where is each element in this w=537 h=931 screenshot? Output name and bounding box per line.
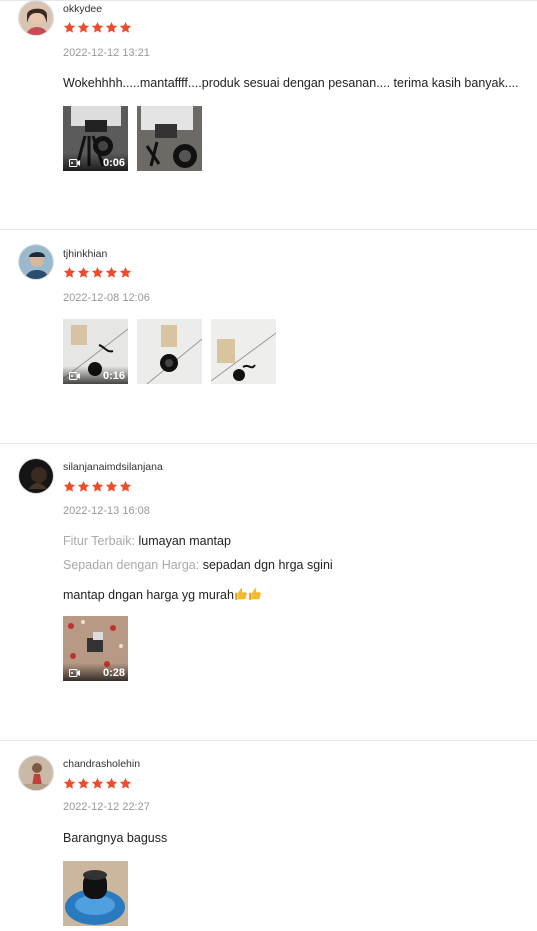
rating-stars (63, 480, 132, 493)
review-username[interactable]: okkydee (63, 3, 102, 15)
thumbs-up-icon (248, 587, 262, 601)
star-icon (105, 21, 118, 34)
user-avatar[interactable] (18, 755, 54, 791)
star-icon (119, 777, 132, 790)
review-date: 2022-12-13 16:08 (63, 505, 150, 517)
review-item: silanjanaimdsilanjana 2022-12-13 16:08 F… (0, 444, 537, 740)
review-attribute: Sepadan dengan Harga: sepadan dgn hrga s… (63, 558, 333, 572)
video-duration: 0:06 (102, 157, 125, 169)
star-icon (63, 266, 76, 279)
user-avatar[interactable] (18, 0, 54, 36)
review-image-thumbnail[interactable] (137, 319, 202, 384)
review-image-thumbnail[interactable] (137, 106, 202, 171)
star-icon (91, 777, 104, 790)
star-icon (91, 480, 104, 493)
star-icon (63, 480, 76, 493)
user-avatar[interactable] (18, 458, 54, 494)
attribute-label: Fitur Terbaik: (63, 534, 136, 548)
comment-text: mantap dngan harga yg murah (63, 588, 234, 602)
star-icon (77, 21, 90, 34)
review-item: chandrasholehin 2022-12-12 22:27 Barangn… (0, 741, 537, 931)
video-camera-icon (69, 371, 81, 381)
review-comment: mantap dngan harga yg murah (63, 587, 262, 602)
video-duration: 0:28 (102, 667, 125, 679)
attribute-value: lumayan mantap (138, 534, 231, 548)
attribute-value: sepadan dgn hrga sgini (202, 558, 333, 572)
review-video-thumbnail[interactable]: 0:28 (63, 616, 128, 681)
review-comment: Barangnya baguss (63, 831, 168, 845)
star-icon (119, 266, 132, 279)
review-image-thumbnail[interactable] (211, 319, 276, 384)
review-username[interactable]: chandrasholehin (63, 758, 140, 770)
review-date: 2022-12-12 22:27 (63, 801, 150, 813)
review-date: 2022-12-12 13:21 (63, 47, 150, 59)
thumbs-up-icon (234, 587, 248, 601)
star-icon (77, 266, 90, 279)
review-item: tjhinkhian 2022-12-08 12:06 0:16 (0, 230, 537, 443)
user-avatar[interactable] (18, 244, 54, 280)
review-comment: Wokehhhh.....mantaffff....produk sesuai … (63, 76, 519, 90)
star-icon (119, 21, 132, 34)
review-date: 2022-12-08 12:06 (63, 292, 150, 304)
review-attribute: Fitur Terbaik: lumayan mantap (63, 534, 231, 548)
star-icon (77, 480, 90, 493)
review-video-thumbnail[interactable]: 0:06 (63, 106, 128, 171)
review-item: okkydee 2022-12-12 13:21 Wokehhhh.....ma… (0, 0, 537, 229)
video-camera-icon (69, 158, 81, 168)
star-icon (63, 21, 76, 34)
attribute-label: Sepadan dengan Harga: (63, 558, 200, 572)
star-icon (63, 777, 76, 790)
star-icon (77, 777, 90, 790)
review-username[interactable]: tjhinkhian (63, 248, 107, 260)
review-image-thumbnail[interactable] (63, 861, 128, 926)
star-icon (105, 266, 118, 279)
star-icon (105, 777, 118, 790)
video-duration: 0:16 (102, 370, 125, 382)
star-icon (119, 480, 132, 493)
video-camera-icon (69, 668, 81, 678)
rating-stars (63, 777, 132, 790)
star-icon (91, 21, 104, 34)
review-video-thumbnail[interactable]: 0:16 (63, 319, 128, 384)
video-badge: 0:28 (63, 663, 128, 681)
review-username[interactable]: silanjanaimdsilanjana (63, 461, 163, 473)
video-badge: 0:16 (63, 366, 128, 384)
star-icon (91, 266, 104, 279)
rating-stars (63, 266, 132, 279)
rating-stars (63, 21, 132, 34)
star-icon (105, 480, 118, 493)
video-badge: 0:06 (63, 153, 128, 171)
